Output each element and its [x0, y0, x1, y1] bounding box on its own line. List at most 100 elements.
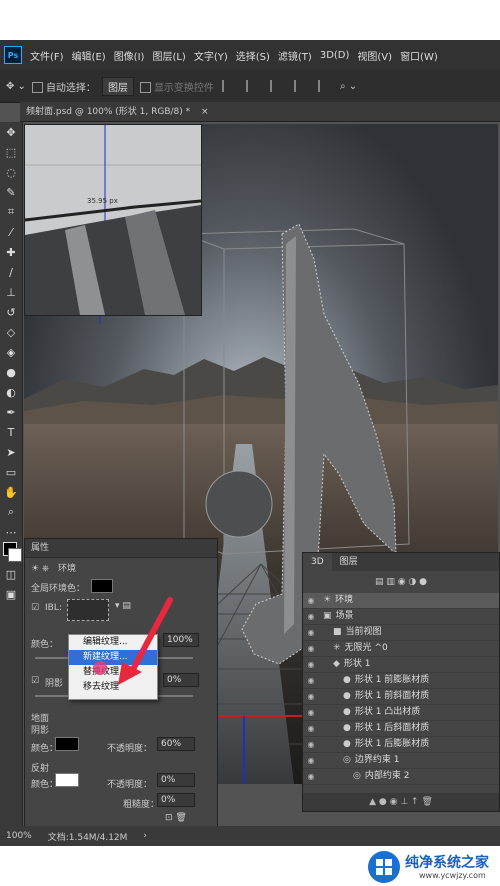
menu-filter[interactable]: 滤镜(T)	[278, 48, 312, 63]
layer-type-icon: ●	[343, 723, 351, 733]
menu-view[interactable]: 视图(V)	[357, 48, 392, 63]
visibility-eye-icon[interactable]: ◉	[303, 753, 319, 768]
pen-icon[interactable]: ✒	[0, 402, 22, 422]
panel-footer-icons[interactable]: ⊡ 🗑	[165, 813, 187, 823]
align-center-icon[interactable]	[245, 80, 262, 92]
layer-row[interactable]: ◉ ● 形状 1 前斜面材质	[303, 689, 499, 705]
visibility-eye-icon[interactable]: ◉	[303, 769, 319, 784]
ground-opacity-input[interactable]: 60%	[157, 737, 195, 751]
menu-edit[interactable]: 编辑(E)	[72, 48, 106, 63]
dodge-icon[interactable]: ◐	[0, 382, 22, 402]
eraser-icon[interactable]: ◇	[0, 322, 22, 342]
path-select-icon[interactable]: ➤	[0, 442, 22, 462]
rectangle-icon[interactable]: ▭	[0, 462, 22, 482]
healing-icon[interactable]: ✚	[0, 242, 22, 262]
layer-label: 环境	[335, 595, 354, 605]
lasso-icon[interactable]: ◌	[0, 162, 22, 182]
move-icon[interactable]: ✥	[0, 122, 22, 142]
tab-layers[interactable]: 图层	[332, 553, 366, 571]
crop-icon[interactable]: ⌗	[0, 202, 22, 222]
status-chevron-icon[interactable]: ›	[143, 831, 147, 841]
menu-image[interactable]: 图像(I)	[114, 48, 145, 63]
menu-select[interactable]: 选择(S)	[236, 48, 270, 63]
layer-row[interactable]: ◉ ● 形状 1 后斜面材质	[303, 721, 499, 737]
layer-row[interactable]: ◉ ◎ 内部约束 2	[303, 769, 499, 785]
document-tab[interactable]: 频射面.psd @ 100% (形状 1, RGB/8) * ×	[20, 102, 500, 122]
visibility-eye-icon[interactable]: ◉	[303, 721, 319, 736]
layer-row[interactable]: ◉ ● 形状 1 前膨胀材质	[303, 673, 499, 689]
visibility-eye-icon[interactable]: ◉	[303, 625, 319, 640]
3d-panel-footer-icons[interactable]: ▲ ● ◉ ⊥ ↑ 🗑	[303, 793, 499, 811]
ground-color-label: 颜色：	[31, 744, 59, 754]
zoom-level[interactable]: 100%	[6, 831, 32, 841]
hand-icon[interactable]: ✋	[0, 482, 22, 502]
layer-label: 形状 1 凸出材质	[354, 707, 421, 717]
ibl-checkbox[interactable]: ☑	[31, 603, 39, 613]
visibility-eye-icon[interactable]: ◉	[303, 689, 319, 704]
layer-row[interactable]: ◉ ◆ 形状 1	[303, 657, 499, 673]
visibility-eye-icon[interactable]: ◉	[303, 737, 319, 752]
measure-readout: 35.95 px	[87, 197, 118, 205]
type-icon[interactable]: T	[0, 422, 22, 442]
menu-type[interactable]: 文字(Y)	[194, 48, 228, 63]
shadow-checkbox[interactable]: ☑	[31, 676, 39, 686]
visibility-eye-icon[interactable]: ◉	[303, 657, 319, 672]
history-brush-icon[interactable]: ↺	[0, 302, 22, 322]
search-icon[interactable]: ⌕ ⌄	[340, 81, 357, 92]
blur-icon[interactable]: ●	[0, 362, 22, 382]
quick-mask-icon[interactable]: ◫	[0, 564, 22, 584]
layer-row[interactable]: ◉ ▣ 场景	[303, 609, 499, 625]
paint-bucket-icon[interactable]: ◈	[0, 342, 22, 362]
layer-row[interactable]: ◉ ■ 当前视图	[303, 625, 499, 641]
align-right-icon[interactable]	[269, 80, 286, 92]
layer-row[interactable]: ◉ ☀ 环境	[303, 593, 499, 609]
visibility-eye-icon[interactable]: ◉	[303, 673, 319, 688]
zoom-preview-window: 35.95 px	[24, 124, 202, 316]
tab-3d[interactable]: 3D	[303, 553, 332, 571]
brush-icon[interactable]: ∕	[0, 262, 22, 282]
screen-mode-icon[interactable]: ▣	[0, 584, 22, 604]
eyedropper-icon[interactable]: ⁄	[0, 222, 22, 242]
layer-row[interactable]: ◉ ● 形状 1 凸出材质	[303, 705, 499, 721]
move-tool-icon[interactable]: ✥ ⌄	[6, 81, 26, 92]
visibility-eye-icon[interactable]: ◉	[303, 641, 319, 656]
layer-label: 内部约束 2	[364, 771, 410, 781]
document-title: 频射面.psd @ 100% (形状 1, RGB/8) *	[26, 107, 191, 117]
visibility-eye-icon[interactable]: ◉	[303, 593, 319, 608]
layer-row[interactable]: ◉ ✳ 无限光 ^0	[303, 641, 499, 657]
align-left-icon[interactable]	[221, 80, 238, 92]
distribute-v-icon[interactable]	[317, 80, 334, 92]
menu-file[interactable]: 文件(F)	[30, 48, 64, 63]
reflection-color-swatch[interactable]	[55, 773, 79, 787]
quick-select-icon[interactable]: ✎	[0, 182, 22, 202]
close-tab-icon[interactable]: ×	[201, 107, 209, 117]
ground-color-swatch[interactable]	[55, 737, 79, 751]
ground-shadow-label: 阴影	[31, 726, 50, 736]
visibility-eye-icon[interactable]: ◉	[303, 609, 319, 624]
layer-row[interactable]: ◉ ◎ 边界约束 1	[303, 753, 499, 769]
menu-layer[interactable]: 图层(L)	[152, 48, 185, 63]
color-swatches[interactable]	[0, 542, 22, 564]
3d-filter-icons[interactable]: ▤ ▥ ◉ ◑ ●	[303, 571, 499, 593]
layer-row[interactable]: ◉ ● 形状 1 后膨胀材质	[303, 737, 499, 753]
auto-select-label: 自动选择：	[45, 82, 96, 94]
zoom-icon[interactable]: ⌕	[0, 502, 22, 522]
more-icon[interactable]: ⋯	[0, 522, 22, 542]
background-color[interactable]	[8, 548, 22, 562]
reflection-opacity-input[interactable]: 0%	[157, 773, 195, 787]
marquee-icon[interactable]: ⬚	[0, 142, 22, 162]
auto-select-checkbox[interactable]: 自动选择：	[31, 79, 96, 94]
layer-label: 形状 1 前斜面材质	[354, 691, 430, 701]
stamp-icon[interactable]: ⊥	[0, 282, 22, 302]
show-transform-checkbox[interactable]: 显示变换控件	[139, 79, 214, 94]
menu-window[interactable]: 窗口(W)	[400, 48, 438, 63]
roughness-label: 粗糙度：	[123, 800, 160, 810]
auto-select-mode-dropdown[interactable]: 图层	[101, 76, 134, 96]
menu-3d[interactable]: 3D(D)	[320, 50, 350, 61]
distribute-icon[interactable]	[293, 80, 310, 92]
photoshop-window: Ps 文件(F) 编辑(E) 图像(I) 图层(L) 文字(Y) 选择(S) 滤…	[0, 40, 500, 846]
environment-label: 环境	[58, 564, 77, 574]
visibility-eye-icon[interactable]: ◉	[303, 705, 319, 720]
layer-label: 场景	[335, 611, 354, 621]
roughness-input[interactable]: 0%	[157, 793, 195, 807]
